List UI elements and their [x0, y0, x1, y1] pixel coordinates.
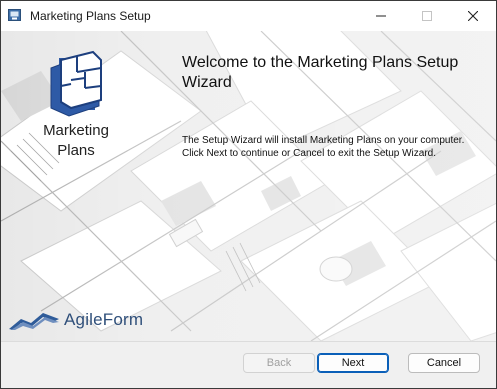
next-button[interactable]: Next [317, 353, 389, 373]
window-title: Marketing Plans Setup [30, 9, 151, 23]
minimize-icon [376, 15, 386, 17]
back-button: Back [243, 353, 315, 373]
maximize-icon [422, 11, 432, 21]
maximize-button [404, 1, 450, 31]
close-button[interactable] [450, 1, 496, 31]
minimize-button[interactable] [358, 1, 404, 31]
brand-name: AgileForm [64, 310, 144, 329]
button-bar: Back Next Cancel [1, 341, 496, 388]
agileform-mark-icon [9, 313, 59, 330]
setup-window: Marketing Plans Setup Marketing Plans We… [0, 0, 497, 389]
product-name-line1: Marketing [43, 122, 109, 139]
cancel-button[interactable]: Cancel [408, 353, 480, 373]
close-icon [468, 11, 478, 21]
welcome-description: The Setup Wizard will install Marketing … [182, 135, 465, 159]
welcome-heading: Welcome to the Marketing Plans Setup Wiz… [182, 54, 459, 91]
installer-icon [8, 9, 21, 21]
brand-logo: AgileForm [9, 308, 159, 334]
product-name-line2: Plans [57, 142, 95, 159]
product-name: Marketing Plans [31, 121, 121, 161]
floorplan-logo-icon [50, 50, 102, 117]
wizard-content: Marketing Plans Welcome to the Marketing… [1, 31, 496, 341]
title-bar: Marketing Plans Setup [1, 1, 496, 31]
